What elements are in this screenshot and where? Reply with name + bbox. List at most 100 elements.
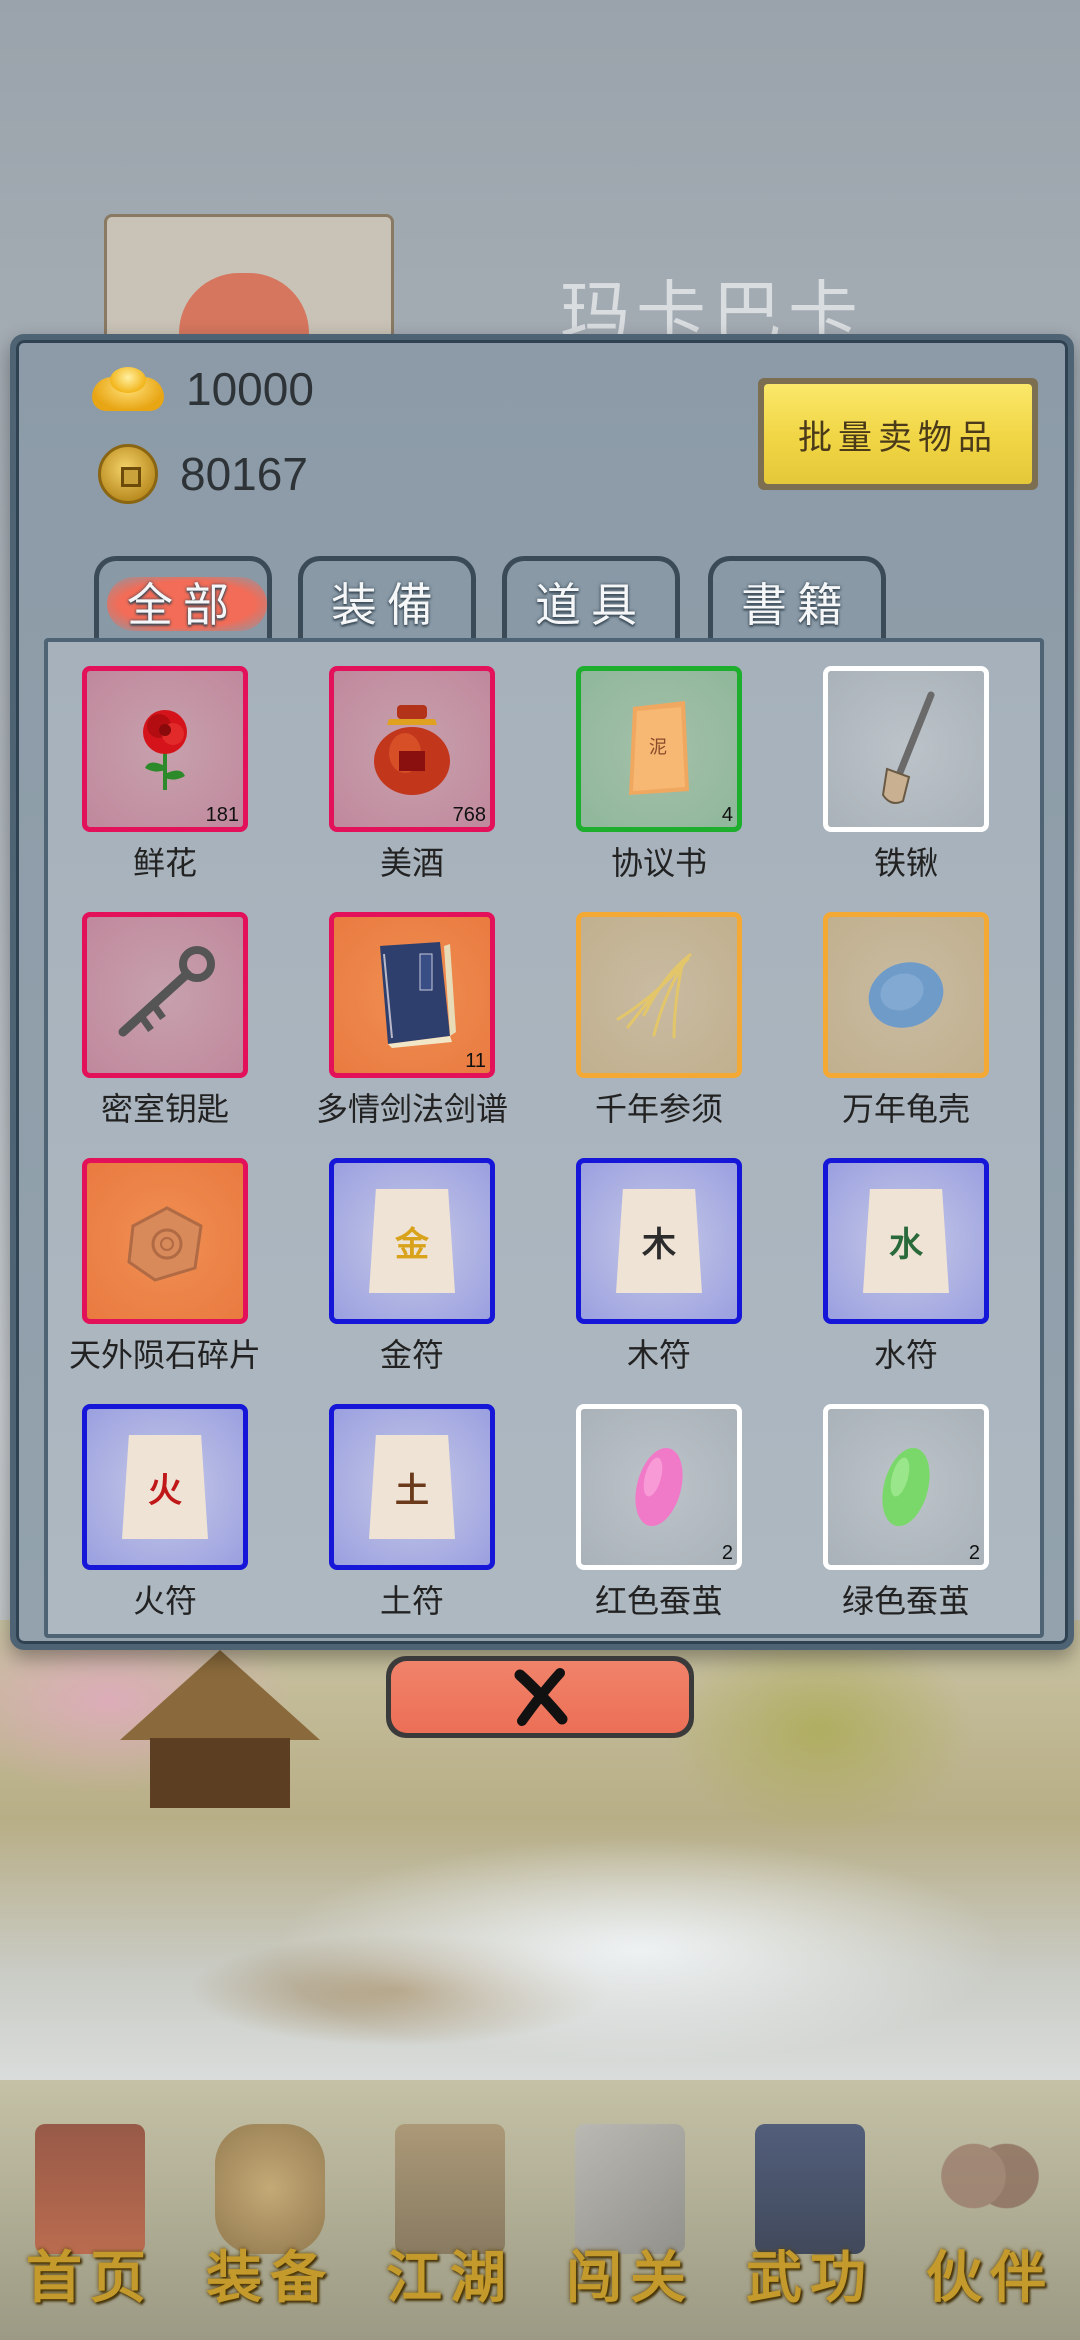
inventory-grid-area: 181 鲜花 768 美酒 泥 4 协议书 铁锹 密室钥匙 11 多情剑法剑谱 …: [44, 638, 1044, 1638]
item-name: 鲜花: [132, 844, 197, 882]
item-name: 火符: [132, 1582, 197, 1620]
tab-equipment[interactable]: 装備: [298, 556, 476, 642]
inventory-item[interactable]: 万年龟壳: [823, 912, 989, 1132]
key-icon: [118, 946, 215, 1037]
item-name: 金符: [379, 1336, 444, 1374]
svg-text:泥: 泥: [649, 737, 667, 758]
close-button[interactable]: [386, 1656, 694, 1738]
tab-all[interactable]: 全部: [94, 556, 272, 642]
item-slot[interactable]: [823, 912, 989, 1078]
item-slot[interactable]: 金: [329, 1158, 495, 1324]
tab-props-label: 道具: [535, 577, 647, 632]
talisman-glyph: 金: [395, 1224, 429, 1265]
inventory-item[interactable]: 2 绿色蚕茧: [823, 1404, 989, 1624]
nav-home-label: 首页: [26, 2245, 154, 2311]
item-slot[interactable]: [82, 1158, 248, 1324]
item-name: 多情剑法剑谱: [316, 1090, 509, 1128]
copper-coin-icon: [98, 444, 158, 504]
nav-challenge[interactable]: 闯关: [545, 2124, 715, 2314]
gold-ingot-row: 10000: [92, 362, 314, 416]
nav-challenge-label: 闯关: [566, 2245, 694, 2311]
nav-jianghu[interactable]: 江湖: [365, 2124, 535, 2314]
nav-partners[interactable]: 伙伴: [905, 2124, 1075, 2314]
inventory-item[interactable]: 泥 4 协议书: [576, 666, 742, 886]
item-slot[interactable]: 火: [82, 1404, 248, 1570]
item-name: 铁锹: [873, 844, 938, 882]
gold-ingot-amount: 10000: [186, 363, 314, 415]
item-name: 土符: [379, 1582, 444, 1620]
rose-icon: [143, 710, 187, 790]
talisman-icon: 火: [122, 1435, 208, 1539]
copper-coin-row: 80167: [92, 444, 308, 504]
item-slot[interactable]: 水: [823, 1158, 989, 1324]
inventory-item[interactable]: 千年参须: [576, 912, 742, 1132]
inventory-item[interactable]: 2 红色蚕茧: [576, 1404, 742, 1624]
category-tabs: 全部 装備 道具 書籍: [94, 556, 912, 642]
ginseng-icon: [616, 953, 692, 1039]
item-count: 768: [452, 804, 486, 826]
inventory-item[interactable]: 11 多情剑法剑谱: [316, 912, 508, 1132]
item-slot[interactable]: 768: [329, 666, 495, 832]
copper-coin-amount: 80167: [180, 448, 308, 500]
item-slot[interactable]: 2: [576, 1404, 742, 1570]
item-slot[interactable]: [576, 912, 742, 1078]
inventory-item[interactable]: 768 美酒: [329, 666, 495, 886]
inventory-item[interactable]: 木 木符: [576, 1158, 742, 1378]
close-icon: [514, 1668, 568, 1726]
book-icon: [380, 942, 456, 1048]
talisman-glyph: 土: [395, 1470, 429, 1511]
inventory-item[interactable]: 181 鲜花: [82, 666, 248, 886]
inventory-item[interactable]: 水 水符: [823, 1158, 989, 1378]
talisman-glyph: 木: [642, 1224, 676, 1265]
shovel-icon: [881, 691, 935, 804]
talisman-icon: 木: [616, 1189, 702, 1293]
talisman-icon: 土: [369, 1435, 455, 1539]
item-slot[interactable]: 木: [576, 1158, 742, 1324]
item-name: 密室钥匙: [100, 1090, 229, 1128]
batch-sell-label: 批量卖物品: [764, 384, 1032, 484]
item-name: 水符: [873, 1336, 938, 1374]
nav-martial-arts[interactable]: 武功: [725, 2124, 895, 2314]
item-count: 2: [968, 1542, 980, 1564]
item-slot[interactable]: 泥 4: [576, 666, 742, 832]
inventory-item[interactable]: 土 土符: [329, 1404, 495, 1624]
tab-equipment-label: 装備: [331, 577, 443, 632]
nav-home[interactable]: 首页: [5, 2124, 175, 2314]
item-slot[interactable]: 2: [823, 1404, 989, 1570]
gold-ingot-icon: [92, 367, 164, 411]
tab-books[interactable]: 書籍: [708, 556, 886, 642]
talisman-glyph: 火: [148, 1470, 182, 1511]
inventory-item[interactable]: 火 火符: [82, 1404, 248, 1624]
batch-sell-button[interactable]: 批量卖物品: [758, 378, 1038, 490]
item-name: 木符: [626, 1336, 691, 1374]
item-slot[interactable]: 11: [329, 912, 495, 1078]
item-name: 万年龟壳: [841, 1090, 970, 1128]
tab-props[interactable]: 道具: [502, 556, 680, 642]
nav-equipment[interactable]: 装备: [185, 2124, 355, 2314]
talisman-glyph: 水: [889, 1224, 923, 1265]
item-count: 11: [465, 1050, 486, 1072]
inventory-item[interactable]: 金 金符: [329, 1158, 495, 1378]
meteorite-icon: [127, 1206, 203, 1282]
item-count: 2: [721, 1542, 733, 1564]
wine-jar-icon: [374, 705, 450, 795]
inventory-item[interactable]: 天外陨石碎片: [69, 1158, 261, 1378]
contract-icon: 泥: [629, 701, 689, 795]
tab-books-label: 書籍: [741, 577, 853, 632]
inventory-item[interactable]: 铁锹: [823, 666, 989, 886]
item-count: 4: [721, 804, 733, 826]
tab-all-label: 全部: [127, 577, 239, 632]
item-slot[interactable]: 土: [329, 1404, 495, 1570]
item-name: 天外陨石碎片: [69, 1336, 262, 1374]
item-name: 千年参须: [594, 1090, 723, 1128]
nav-equipment-label: 装备: [206, 2245, 334, 2311]
talisman-icon: 金: [369, 1189, 455, 1293]
item-name: 协议书: [610, 844, 707, 882]
item-slot[interactable]: 181: [82, 666, 248, 832]
item-slot[interactable]: [823, 666, 989, 832]
bottom-navigation: 首页 装备 江湖 闯关 武功 伙伴: [0, 2116, 1080, 2340]
pink-cocoon-icon: [635, 1447, 683, 1527]
inventory-item[interactable]: 密室钥匙: [82, 912, 248, 1132]
item-name: 美酒: [379, 844, 444, 882]
item-slot[interactable]: [82, 912, 248, 1078]
